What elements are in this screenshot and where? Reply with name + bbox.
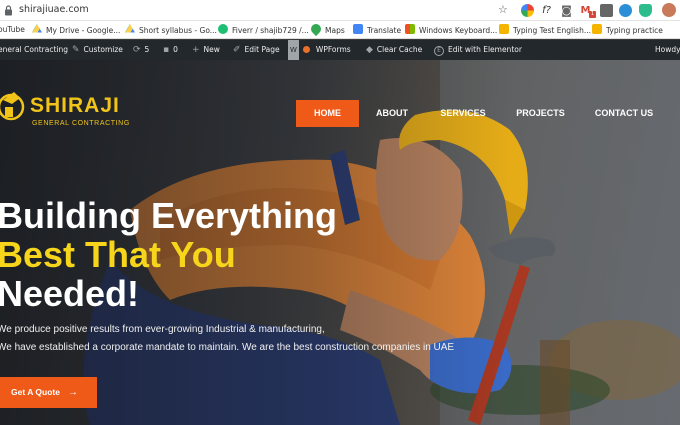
brush-icon: ✎ (72, 45, 80, 55)
square-extension-icon[interactable] (600, 4, 613, 17)
bookmark-icon (499, 24, 509, 34)
bookmark-label: ouTube (0, 25, 25, 34)
hero-section: SHIRAJI GENERAL CONTRACTING HOME ABOUT S… (0, 60, 680, 425)
bookmark-short-syllabus[interactable]: Short syllabus - Go... (125, 24, 217, 36)
nav-about[interactable]: ABOUT (368, 100, 416, 127)
bookmark-typing-practice[interactable]: Typing practice (592, 24, 663, 36)
bookmark-my-drive[interactable]: My Drive - Google... (32, 24, 120, 36)
maps-icon (308, 21, 324, 37)
wp-customize[interactable]: ✎ Customize (72, 40, 123, 60)
wp-customize-label: Customize (83, 45, 123, 54)
elementor-icon: E (434, 46, 444, 56)
get-a-quote-button[interactable]: Get A Quote → (0, 377, 97, 408)
gmail-unread-badge: 1 (589, 11, 596, 18)
bookmark-label: Windows Keyboard... (419, 26, 498, 35)
logo-subtitle: GENERAL CONTRACTING (32, 120, 130, 127)
bookmark-star-icon[interactable]: ☆ (498, 3, 508, 16)
windows-icon (405, 24, 415, 34)
wp-elementor-label: Edit with Elementor (448, 45, 522, 54)
wp-updates[interactable]: ⟳ 5 (133, 40, 149, 60)
plus-icon: + (192, 45, 200, 55)
bookmark-typing-test[interactable]: Typing Test English... (499, 24, 591, 36)
bookmark-label: Fiverr / shajib729 /... (232, 26, 309, 35)
comment-icon: ▪ (163, 45, 170, 55)
bookmark-youtube[interactable]: ouTube (0, 24, 25, 36)
wp-new-label: New (203, 45, 220, 54)
bookmark-translate[interactable]: Translate (353, 24, 401, 36)
bookmark-label: Typing Test English... (513, 26, 591, 35)
cta-label: Get A Quote (11, 387, 60, 397)
shield-extension-icon[interactable] (639, 4, 652, 17)
logo-name[interactable]: SHIRAJI (30, 94, 120, 118)
drive-icon (32, 24, 42, 33)
wp-comments-count: 0 (173, 45, 178, 54)
nav-contact-us[interactable]: CONTACT US (588, 100, 660, 127)
formula-extension-icon[interactable]: f? (540, 4, 553, 17)
wp-new[interactable]: + New (192, 40, 220, 60)
hero-paragraph-line-2: We have established a corporate mandate … (0, 342, 455, 353)
wp-forms-label: WPForms (315, 45, 351, 54)
nav-projects[interactable]: PROJECTS (510, 100, 571, 127)
bookmark-label: Maps (325, 26, 345, 35)
bookmark-windows-keyboard[interactable]: Windows Keyboard... (405, 24, 497, 36)
hero-headline-line-3: Needed! (0, 273, 140, 314)
wpforms-icon: W (288, 40, 299, 60)
bookmark-label: Short syllabus - Go... (139, 26, 217, 35)
updates-icon: ⟳ (133, 45, 141, 55)
browser-address-row: shirajiuae.com ☆ f? ◙ M 1 (0, 0, 680, 21)
bookmark-maps[interactable]: Maps (308, 21, 345, 37)
cache-icon: ◆ (366, 45, 373, 55)
pencil-icon: ✐ (233, 45, 241, 55)
wp-elementor[interactable]: E Edit with Elementor (434, 40, 522, 60)
wp-clear-cache-label: Clear Cache (376, 45, 423, 54)
profile-avatar[interactable] (662, 3, 676, 17)
wp-site-name[interactable]: eneral Contracting (0, 40, 68, 60)
translate-icon (353, 24, 363, 34)
bookmark-label: Translate (367, 26, 402, 35)
wp-edit-page[interactable]: ✐ Edit Page (233, 40, 280, 60)
wp-forms[interactable]: W WPForms (288, 40, 351, 60)
wp-updates-count: 5 (144, 45, 150, 54)
hero-paragraph-line-1: We produce positive results from ever-gr… (0, 324, 325, 335)
lock-icon (5, 5, 12, 16)
drive-icon (125, 24, 135, 33)
camera-extension-icon[interactable]: ◙ (560, 4, 573, 17)
circle-extension-icon[interactable] (619, 4, 632, 17)
notification-dot-icon (302, 46, 310, 53)
wp-edit-page-label: Edit Page (244, 45, 280, 54)
color-picker-extension-icon[interactable] (521, 4, 534, 17)
bookmark-icon (592, 24, 602, 34)
wp-comments[interactable]: ▪ 0 (163, 40, 178, 60)
arrow-right-icon: → (68, 387, 78, 398)
wp-clear-cache[interactable]: ◆ Clear Cache (366, 40, 422, 60)
nav-home[interactable]: HOME (296, 100, 359, 127)
fiverr-icon (218, 24, 228, 34)
hero-headline-line-1: Building Everything (0, 195, 338, 236)
address-bar-url[interactable]: shirajiuae.com (19, 4, 89, 15)
nav-services[interactable]: SERVICES (432, 100, 494, 127)
wp-howdy[interactable]: Howdy (655, 40, 680, 60)
bookmark-fiverr[interactable]: Fiverr / shajib729 /... (218, 24, 309, 36)
bookmark-label: Typing practice (606, 26, 663, 35)
bookmarks-bar: ouTube My Drive - Google... Short syllab… (0, 21, 680, 39)
hero-headline-line-2: Best That You (0, 234, 236, 275)
wp-admin-bar: eneral Contracting ✎ Customize ⟳ 5 ▪ 0 + New… (0, 40, 680, 60)
bookmark-label: My Drive - Google... (46, 26, 121, 35)
